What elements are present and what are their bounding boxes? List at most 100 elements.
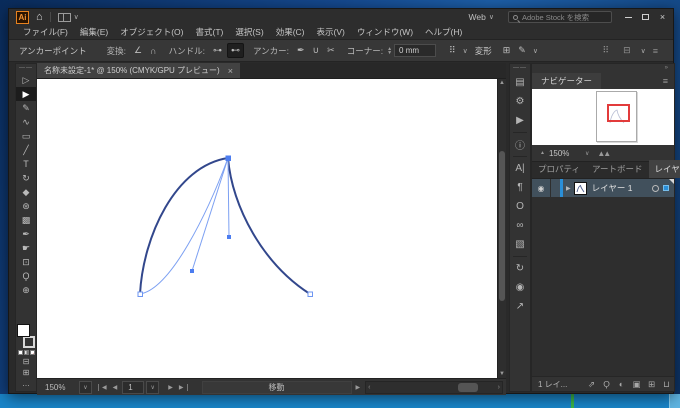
symbols-panel-icon[interactable]: ↻	[510, 259, 530, 278]
previous-artboard-button[interactable]: ◀	[110, 384, 121, 391]
fill-stroke-indicator[interactable]	[17, 324, 35, 348]
zoom-in-mountain-icon[interactable]: ▲▲	[597, 149, 611, 158]
menu-effect[interactable]: 効果(C)	[270, 26, 311, 38]
tab-close-icon[interactable]: ×	[228, 66, 233, 76]
menu-help[interactable]: ヘルプ(H)	[419, 26, 468, 38]
links-panel-icon[interactable]: ∞	[510, 216, 530, 235]
tab-layers[interactable]: レイヤー	[648, 160, 680, 178]
layer-expand-icon[interactable]: ▶	[566, 185, 571, 192]
horizontal-scroll-thumb[interactable]	[458, 382, 479, 392]
align-icon[interactable]: ⊞	[500, 44, 514, 57]
zoom-dropdown[interactable]: ∨	[79, 380, 92, 394]
adobe-stock-search-input[interactable]: Adobe Stock を検索	[508, 11, 612, 23]
convert-to-corner-icon[interactable]: ∠	[131, 44, 145, 57]
menu-view[interactable]: 表示(V)	[311, 26, 351, 38]
scroll-right-icon[interactable]: ›	[498, 384, 500, 391]
libraries-panel-icon[interactable]: ▤	[510, 73, 530, 92]
screen-mode-icon[interactable]: ⊞	[16, 367, 36, 378]
hide-handles-icon[interactable]: ⊷	[226, 43, 244, 58]
document-info-icon[interactable]: ⓘ	[510, 135, 530, 154]
none-swatch-icon[interactable]	[29, 350, 35, 355]
chevron-down-icon[interactable]: ∨	[74, 13, 79, 21]
new-layer-icon[interactable]: ⊞	[644, 379, 659, 390]
last-artboard-button[interactable]: ▶	[176, 383, 188, 391]
selection-tool[interactable]: ▷	[16, 73, 36, 87]
strip-collapse-icon[interactable]: ――	[510, 64, 530, 73]
chevron-down-icon[interactable]: ∨	[585, 150, 589, 157]
snap-options-icon[interactable]: ⠿	[446, 44, 459, 57]
menu-file[interactable]: ファイル(F)	[17, 26, 74, 38]
connect-path-icon[interactable]: ∪	[310, 44, 323, 57]
menu-window[interactable]: ウィンドウ(W)	[351, 26, 419, 38]
paintbrush-tool[interactable]: ∿	[16, 115, 36, 129]
paragraph-panel-icon[interactable]: ¶	[510, 178, 530, 197]
locate-object-icon[interactable]: Ϙ	[599, 379, 614, 390]
minimize-button[interactable]	[620, 10, 637, 24]
tab-navigator[interactable]: ナビゲーター	[532, 73, 602, 89]
shaper-tool[interactable]: ⊛	[16, 199, 36, 213]
anchor-point-bottom-left[interactable]	[137, 291, 143, 297]
corner-stepper[interactable]: ▲ ▼	[387, 46, 392, 55]
scroll-left-icon[interactable]: ‹	[368, 384, 370, 391]
zoom-out-mountain-icon[interactable]: ▲	[540, 150, 545, 156]
type-tool[interactable]: T	[16, 157, 36, 171]
layer-name[interactable]: レイヤー 1	[592, 182, 652, 194]
vertical-scroll-thumb[interactable]	[499, 151, 505, 301]
artboard-dropdown[interactable]: ∨	[146, 380, 160, 394]
stroke-swatch[interactable]	[23, 336, 35, 348]
home-icon[interactable]: ⌂	[36, 10, 43, 24]
collapse-panels-icon[interactable]: »	[665, 65, 669, 71]
layer-thumbnail[interactable]	[573, 181, 587, 195]
menu-type[interactable]: 書式(T)	[189, 26, 229, 38]
actions-panel-icon[interactable]: ⚙	[510, 92, 530, 111]
navigator-view-rectangle[interactable]	[607, 104, 630, 122]
close-button[interactable]: ×	[654, 10, 671, 24]
handle-end-point[interactable]	[227, 235, 231, 239]
show-desktop-button[interactable]	[669, 394, 680, 408]
arrange-documents-icon[interactable]	[57, 12, 71, 22]
dock-control-icon[interactable]: ⊟	[620, 44, 634, 57]
chevron-down-icon[interactable]: ∨	[463, 47, 468, 55]
artboard-tool[interactable]: ⊡	[16, 255, 36, 269]
graphic-style-icon[interactable]: ✎	[515, 44, 529, 57]
asset-export-panel-icon[interactable]: ↗	[510, 297, 530, 316]
anchor-point-bottom-right[interactable]	[307, 291, 313, 297]
panel-menu-icon[interactable]: ≡	[650, 45, 661, 57]
make-mask-icon[interactable]: ◐	[614, 379, 629, 390]
color-swatch-icon[interactable]	[17, 350, 23, 355]
edit-toolbar-icon[interactable]: …	[16, 378, 36, 389]
first-artboard-button[interactable]: ◀	[98, 383, 110, 391]
opentype-panel-icon[interactable]: O	[510, 197, 530, 216]
rotate-view-tool[interactable]: ⊕	[16, 283, 36, 297]
show-handles-icon[interactable]: ⊶	[210, 44, 225, 57]
navigator-zoom-level[interactable]: 150%	[549, 149, 583, 158]
convert-to-smooth-icon[interactable]: ∩	[147, 45, 159, 57]
swatches-panel-icon[interactable]: ▧	[510, 235, 530, 254]
windows-taskbar[interactable]	[0, 394, 680, 408]
toolbar-collapse-icon[interactable]: ――	[16, 64, 36, 73]
rectangle-tool[interactable]: ▭	[16, 129, 36, 143]
fill-swatch[interactable]	[17, 324, 30, 337]
path-segment-right[interactable]	[227, 157, 311, 295]
horizontal-scrollbar[interactable]: ‹ ›	[365, 380, 503, 394]
gradient-tool[interactable]: ▩	[16, 213, 36, 227]
artboard-number-field[interactable]: 1	[122, 380, 145, 394]
direction-handle-line[interactable]	[191, 157, 229, 272]
layer-row[interactable]: ◉ ▶ レイヤー 1	[532, 179, 674, 197]
chevron-down-icon[interactable]: ∨	[641, 47, 646, 55]
zoom-tool[interactable]: Ϙ	[16, 269, 36, 283]
document-tab[interactable]: 名称未設定-1* @ 150% (CMYK/GPU プレビュー) ×	[37, 63, 240, 78]
touch-workspace-icon[interactable]: ⠿	[599, 44, 612, 57]
appearance-panel-icon[interactable]: ◉	[510, 278, 530, 297]
web-profile-dropdown[interactable]: Web ∨	[469, 12, 494, 22]
menu-select[interactable]: 選択(S)	[229, 26, 269, 38]
layer-selection-indicator[interactable]	[663, 185, 669, 191]
cut-path-icon[interactable]: ✂	[324, 44, 338, 57]
zoom-level[interactable]: 150%	[45, 383, 79, 392]
status-expand-icon[interactable]: ▶	[356, 384, 361, 391]
next-artboard-button[interactable]: ▶	[165, 384, 176, 391]
navigator-menu-icon[interactable]: ≡	[663, 76, 668, 86]
canvas[interactable]	[37, 79, 497, 378]
eyedropper-tool[interactable]: ✒	[16, 227, 36, 241]
collect-for-export-icon[interactable]: ⇗	[584, 379, 599, 390]
